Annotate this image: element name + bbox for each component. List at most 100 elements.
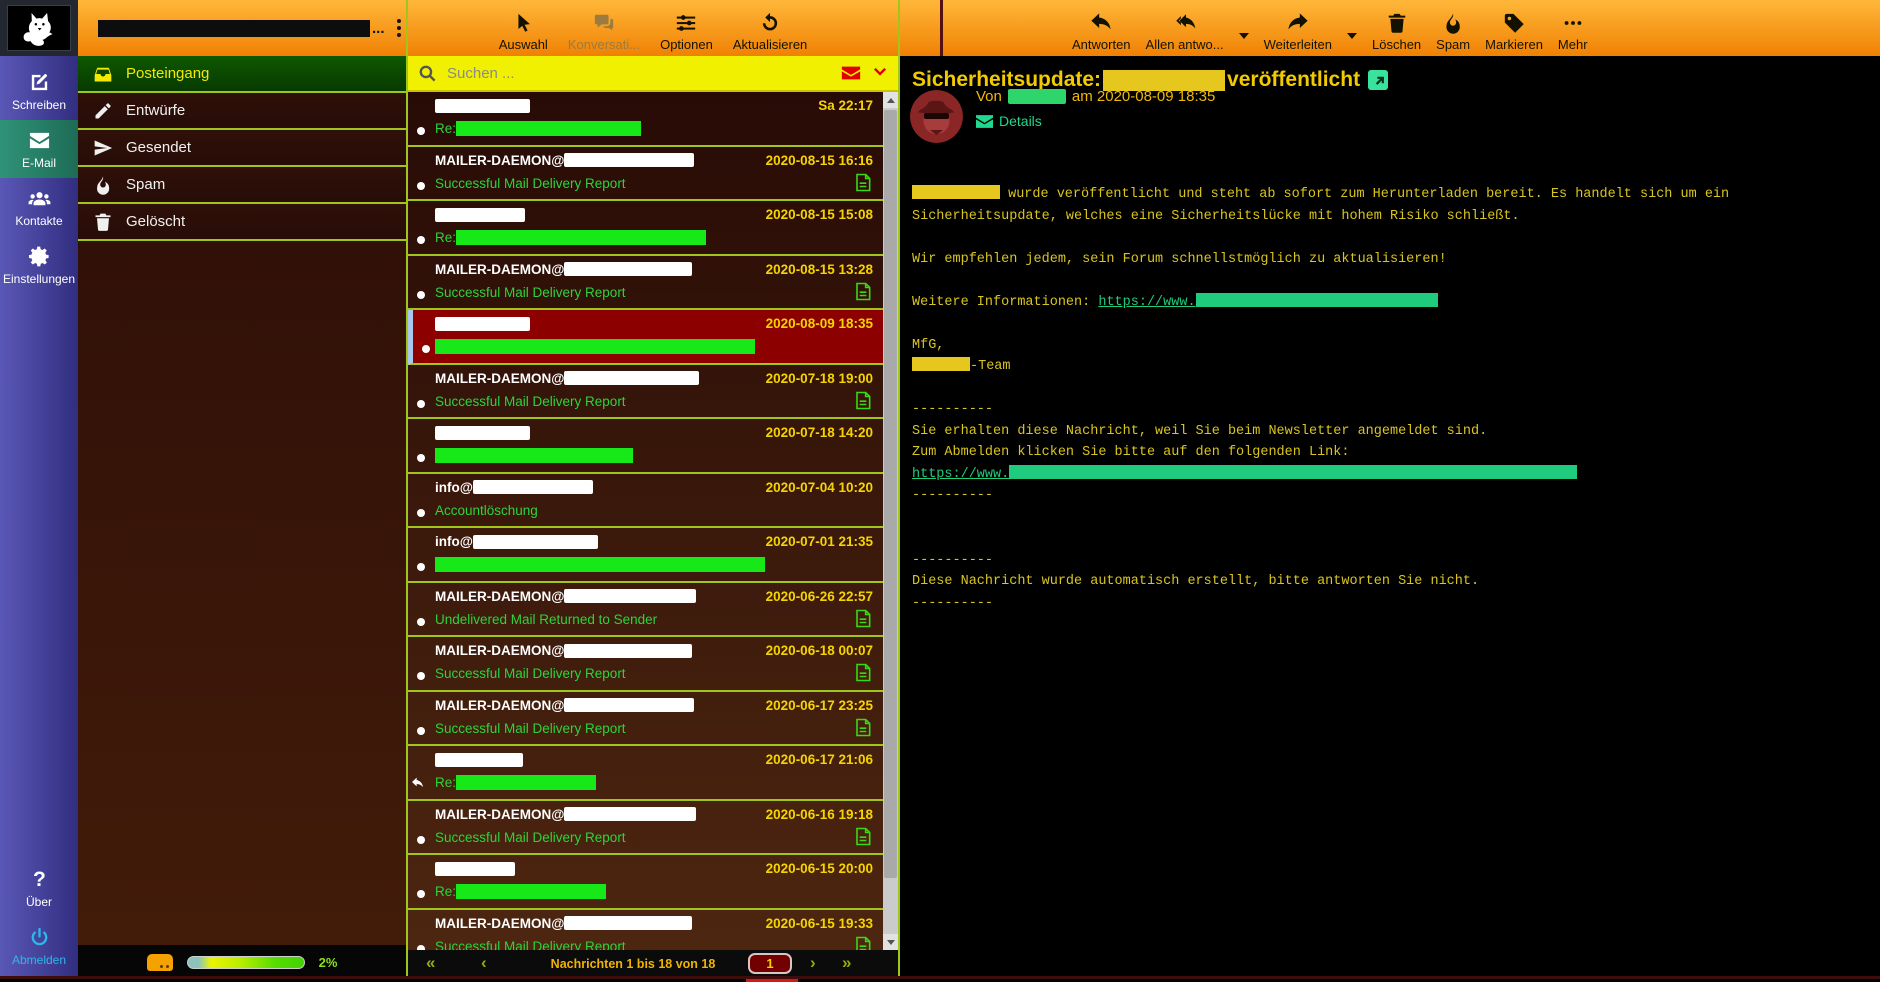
quota-bar: 2% xyxy=(78,945,406,979)
sidebar-item-abmelden[interactable]: Abmelden xyxy=(0,917,78,975)
attachment-icon xyxy=(855,827,871,846)
message-row[interactable]: MAILER-DAEMON@2020-08-15 16:16Successful… xyxy=(408,147,883,202)
message-date: 2020-08-09 18:35 xyxy=(766,316,873,331)
folder-gesendet[interactable]: Gesendet xyxy=(78,130,406,167)
tag-button[interactable]: Markieren xyxy=(1485,4,1543,52)
message-row[interactable]: MAILER-DAEMON@2020-06-15 19:33Successful… xyxy=(408,910,883,951)
search-scope-mail-icon[interactable] xyxy=(840,62,862,84)
contacts-icon xyxy=(28,187,51,210)
message-row[interactable]: 2020-07-18 14:20 xyxy=(408,419,883,474)
prev-page-button[interactable]: ‹ xyxy=(481,953,487,973)
message-subject-line: Successful Mail Delivery Report xyxy=(435,721,843,736)
sidebar-bottom-nav: ?ÜberAbmelden xyxy=(0,859,78,975)
message-subject-line xyxy=(435,448,843,463)
search-options-chevron-icon[interactable] xyxy=(872,65,888,81)
send-icon xyxy=(93,138,113,158)
message-row[interactable]: MAILER-DAEMON@2020-06-17 23:25Successful… xyxy=(408,692,883,747)
toolbar-button-label: Allen antwo... xyxy=(1146,37,1224,52)
subject-redacted xyxy=(456,884,606,899)
message-row[interactable]: 2020-08-15 15:08Re: xyxy=(408,201,883,256)
message-row[interactable]: Sa 22:17Re: xyxy=(408,92,883,147)
message-row[interactable]: 2020-06-15 20:00Re: xyxy=(408,855,883,910)
message-row[interactable]: 2020-08-09 18:35 xyxy=(408,310,883,365)
external-link-icon[interactable] xyxy=(1368,70,1388,90)
folder-posteingang[interactable]: Posteingang xyxy=(78,56,406,93)
subject-redacted xyxy=(456,121,641,136)
message-sender: MAILER-DAEMON@ xyxy=(435,643,692,658)
next-page-button[interactable]: › xyxy=(810,953,816,973)
sidebar-item-label: Kontakte xyxy=(15,214,62,228)
more-icon xyxy=(1562,12,1584,34)
message-row[interactable]: MAILER-DAEMON@2020-06-26 22:57Undelivere… xyxy=(408,583,883,638)
sidebar-item-label: E-Mail xyxy=(22,156,56,170)
message-row[interactable]: 2020-06-17 21:06Re: xyxy=(408,746,883,801)
body-text: ---------- xyxy=(912,596,993,611)
account-name-redacted[interactable] xyxy=(98,20,370,37)
search-input[interactable] xyxy=(447,65,830,82)
sender-redacted xyxy=(564,916,692,930)
app-logo[interactable] xyxy=(0,0,78,56)
message-row[interactable]: MAILER-DAEMON@2020-08-15 13:28Successful… xyxy=(408,256,883,311)
redacted-text[interactable] xyxy=(1009,465,1577,479)
unread-dot-icon xyxy=(417,291,425,299)
sidebar-item-ber[interactable]: ?Über xyxy=(0,859,78,917)
first-page-button[interactable]: « xyxy=(426,953,435,973)
column-border-right xyxy=(898,0,900,979)
gear-icon xyxy=(28,245,51,268)
message-row[interactable]: MAILER-DAEMON@2020-07-18 19:00Successful… xyxy=(408,365,883,420)
body-link[interactable]: https://www. xyxy=(1098,295,1195,310)
details-toggle[interactable]: Details xyxy=(976,113,1215,129)
scroll-up-button[interactable] xyxy=(883,92,898,108)
unread-dot-icon xyxy=(417,236,425,244)
attachment-icon xyxy=(855,609,871,628)
trash-button[interactable]: Löschen xyxy=(1372,4,1421,52)
more-button[interactable]: Mehr xyxy=(1558,4,1588,52)
sidebar-item-kontakte[interactable]: Kontakte xyxy=(0,178,78,236)
redacted-text[interactable] xyxy=(1196,293,1438,307)
flame-button[interactable]: Spam xyxy=(1436,4,1470,52)
body-line: Wir empfehlen jedem, sein Forum schnells… xyxy=(912,249,1862,271)
sidebar-item-einstellungen[interactable]: Einstellungen xyxy=(0,236,78,294)
reply-all-dropdown-caret[interactable] xyxy=(1239,33,1249,39)
body-link[interactable]: https://www. xyxy=(912,467,1009,482)
message-row[interactable]: info@2020-07-01 21:35 xyxy=(408,528,883,583)
reply-all-button[interactable]: Allen antwo... xyxy=(1146,4,1224,52)
message-date: 2020-07-18 14:20 xyxy=(766,425,873,440)
body-text: Diese Nachricht wurde automatisch erstel… xyxy=(912,574,1479,589)
reply-button[interactable]: Antworten xyxy=(1072,4,1131,52)
quota-meter xyxy=(187,956,305,969)
message-subject-line: Accountlöschung xyxy=(435,503,843,518)
message-date: 2020-06-17 21:06 xyxy=(766,752,873,767)
power-icon xyxy=(28,926,51,949)
tag-icon xyxy=(1503,12,1525,34)
message-subject-line: Undelivered Mail Returned to Sender xyxy=(435,612,843,627)
message-sender: MAILER-DAEMON@ xyxy=(435,916,692,931)
webmail-app: { "topbar": { "account_ellipsis": "...",… xyxy=(0,0,1880,979)
attachment-icon xyxy=(855,718,871,737)
page-number-input[interactable]: 1 xyxy=(748,953,792,974)
message-row[interactable]: MAILER-DAEMON@2020-06-16 19:18Successful… xyxy=(408,801,883,856)
body-text: Weitere Informationen: xyxy=(912,295,1098,310)
folder-gelscht[interactable]: Gelöscht xyxy=(78,204,406,241)
svg-text:?: ? xyxy=(33,868,46,891)
folder-spam[interactable]: Spam xyxy=(78,167,406,204)
folder-entwrfe[interactable]: Entwürfe xyxy=(78,93,406,130)
forward-dropdown-caret[interactable] xyxy=(1347,33,1357,39)
message-row[interactable]: MAILER-DAEMON@2020-06-18 00:07Successful… xyxy=(408,637,883,692)
scroll-down-button[interactable] xyxy=(883,934,898,950)
mail-icon xyxy=(28,129,51,152)
sidebar-item-email[interactable]: E-Mail xyxy=(0,120,78,178)
scrollbar-thumb[interactable] xyxy=(884,110,897,878)
message-sender: info@ xyxy=(435,534,598,549)
fox-logo-icon xyxy=(7,5,71,51)
quota-percent: 2% xyxy=(319,955,338,970)
sidebar-item-schreiben[interactable]: Schreiben xyxy=(0,62,78,120)
message-sender: MAILER-DAEMON@ xyxy=(435,698,694,713)
forward-button[interactable]: Weiterleiten xyxy=(1264,4,1332,52)
reading-pane: Sicherheitsupdate: veröffentlicht Von am… xyxy=(900,56,1880,979)
message-row[interactable]: info@2020-07-04 10:20Accountlöschung xyxy=(408,474,883,529)
body-line: wurde veröffentlicht und steht ab sofort… xyxy=(912,184,1862,227)
last-page-button[interactable]: » xyxy=(842,953,851,973)
kebab-menu-icon[interactable] xyxy=(393,15,405,41)
toolbar-button-label: Markieren xyxy=(1485,37,1543,52)
